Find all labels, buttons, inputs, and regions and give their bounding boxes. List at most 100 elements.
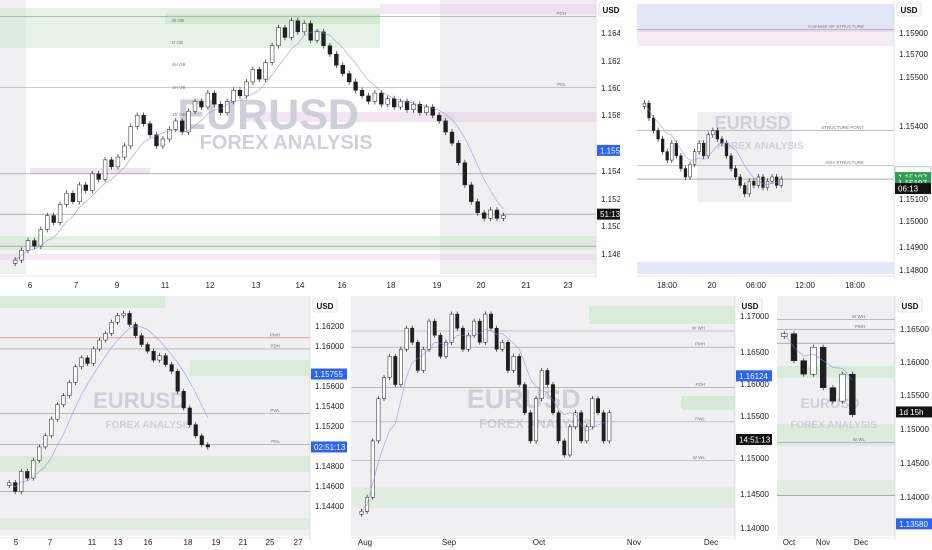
candle-body — [359, 511, 364, 515]
candle-body — [579, 412, 584, 442]
candle-body — [61, 395, 66, 405]
price-tick-label: 1.16000 — [601, 84, 620, 93]
candle-body — [706, 134, 710, 157]
candle-body — [800, 360, 807, 375]
currency-label: USD — [737, 298, 763, 313]
price-tick-label: 1.15100 — [899, 195, 928, 204]
candle-body — [743, 185, 747, 195]
time-tick-label: Oct — [533, 538, 546, 547]
price-tick-label: 1.15000 — [900, 425, 929, 434]
candle-body — [376, 398, 381, 442]
time-tick-label: 16 — [338, 281, 347, 290]
candle-body — [141, 115, 146, 124]
currency-text: USD — [603, 6, 620, 15]
price-zone — [351, 486, 735, 508]
chart-svg[interactable]: FOREX ANALYSIS EURUSD CHANGE OF STRUCTURE S… — [637, 0, 932, 291]
level-label: ASIA STRUCTURE — [825, 160, 864, 165]
candle-body — [269, 45, 275, 63]
candle-body — [67, 382, 72, 396]
time-tick-label: 18 — [387, 281, 396, 290]
price-tick-label: 1.15700 — [899, 50, 928, 59]
price-tag: 1.15755 — [311, 368, 347, 380]
level-label: W WL — [853, 437, 866, 442]
time-tick-label: Sep — [442, 538, 457, 547]
price-tag-text: 1.15568 — [600, 146, 620, 155]
currency-text: USD — [902, 302, 919, 311]
price-zone — [777, 480, 895, 496]
candle-body — [173, 120, 178, 130]
candle-body — [102, 159, 108, 180]
candle-body — [45, 215, 50, 230]
price-zone — [0, 296, 165, 308]
time-tick-label: 14 — [296, 281, 305, 290]
candle-body — [327, 45, 333, 55]
price-tick-label: 1.16500 — [900, 325, 929, 334]
candle-body — [724, 142, 729, 157]
candle-body — [57, 204, 63, 223]
chart-svg[interactable]: FOREX ANALYSISEURUSDW WHPMHPDHPWLW WLUSD… — [351, 296, 774, 550]
candle-body — [477, 320, 482, 343]
candle-body — [584, 426, 589, 442]
time-tick-label: 13 — [252, 281, 261, 290]
chart-panel-h4[interactable]: FOREX ANALYSIS EURUSD PMH PDH PWL PDL USD 1.162… — [0, 296, 347, 550]
price-tag: 1.16124 — [736, 370, 772, 382]
candle-body — [109, 159, 114, 168]
candle-body — [661, 138, 665, 152]
candle-body — [55, 404, 60, 420]
candle-body — [77, 184, 82, 202]
price-tick-label: 1.14800 — [899, 266, 928, 275]
candle-body — [692, 151, 697, 165]
currency-label: USD — [897, 298, 923, 313]
level-label: PMH — [270, 332, 280, 337]
candle-body — [192, 101, 198, 112]
time-tick-label: 12 — [206, 281, 215, 290]
watermark-symbol: EURUSD — [177, 91, 359, 139]
candle-body — [160, 138, 166, 147]
watermark-brand: FOREX ANALYSIS — [790, 420, 877, 431]
price-tag-text: 02:51:13 — [314, 443, 346, 452]
currency-text: USD — [742, 302, 759, 311]
price-tag: 1.13580 — [896, 518, 932, 530]
candle-body — [387, 356, 392, 378]
price-tick-label: 1.15400 — [899, 122, 928, 131]
candle-body — [122, 145, 127, 158]
price-zone — [637, 30, 894, 46]
candle-body — [359, 90, 365, 97]
price-zone — [0, 518, 310, 530]
candle-body — [404, 101, 410, 111]
time-tick-label: 06:00 — [746, 281, 767, 290]
candle-body — [460, 327, 465, 350]
chart-svg[interactable]: FOREX ANALYSISEURUSDW WHPMHW WLUSD1.1650… — [777, 296, 932, 550]
candle-body — [752, 180, 756, 186]
candle-body — [224, 101, 230, 113]
candle-body — [139, 335, 144, 345]
candle-body — [411, 103, 416, 111]
chart-svg[interactable]: FOREX ANALYSIS EURUSD PMH PDH PWL PDL USD 1.162… — [0, 296, 347, 550]
price-tick-label: 1.15400 — [315, 402, 344, 411]
chart-svg[interactable]: FOREX ANALYSISEURUSDPDHPDLW OBD OB4H OB1… — [0, 0, 620, 291]
chart-panel-m15-intraday[interactable]: FOREX ANALYSIS EURUSD CHANGE OF STRUCTURE S… — [637, 0, 932, 291]
time-tick-label: 19 — [433, 281, 442, 290]
candle-body — [770, 176, 774, 182]
session-shade — [777, 296, 895, 536]
price-tag: 51:13 — [597, 208, 620, 220]
chart-panel-weekly[interactable]: FOREX ANALYSIS EURUSD W WH PMH W WL USD 1.1650… — [777, 296, 932, 550]
time-tick-label: 11 — [88, 538, 97, 547]
level-label: W WH — [692, 325, 705, 330]
price-tick-label: 1.15900 — [899, 29, 928, 38]
candle-body — [779, 178, 783, 186]
candle-body — [49, 418, 54, 437]
time-tick-label: Aug — [358, 538, 372, 547]
watermark: FOREX ANALYSIS EURUSD — [93, 388, 192, 431]
candle-body — [410, 327, 415, 343]
candle-body — [205, 92, 211, 108]
candle-body — [398, 349, 403, 385]
candle-body — [404, 327, 409, 350]
chart-panel-h1-intraday[interactable]: FOREX ANALYSIS EURUSD PDH PDL W OB D OB 4H OB 1… — [0, 0, 620, 291]
price-tick-label: 1.14800 — [315, 462, 344, 471]
session-shade — [440, 0, 596, 274]
chart-panel-daily[interactable]: FOREX ANALYSISEURUSDW WHPMHPDHPWLW WLUSD… — [351, 296, 774, 550]
candle-body — [302, 23, 307, 33]
zone-label: 15' OB — [172, 112, 186, 117]
price-tick-label: 1.16500 — [740, 348, 769, 357]
